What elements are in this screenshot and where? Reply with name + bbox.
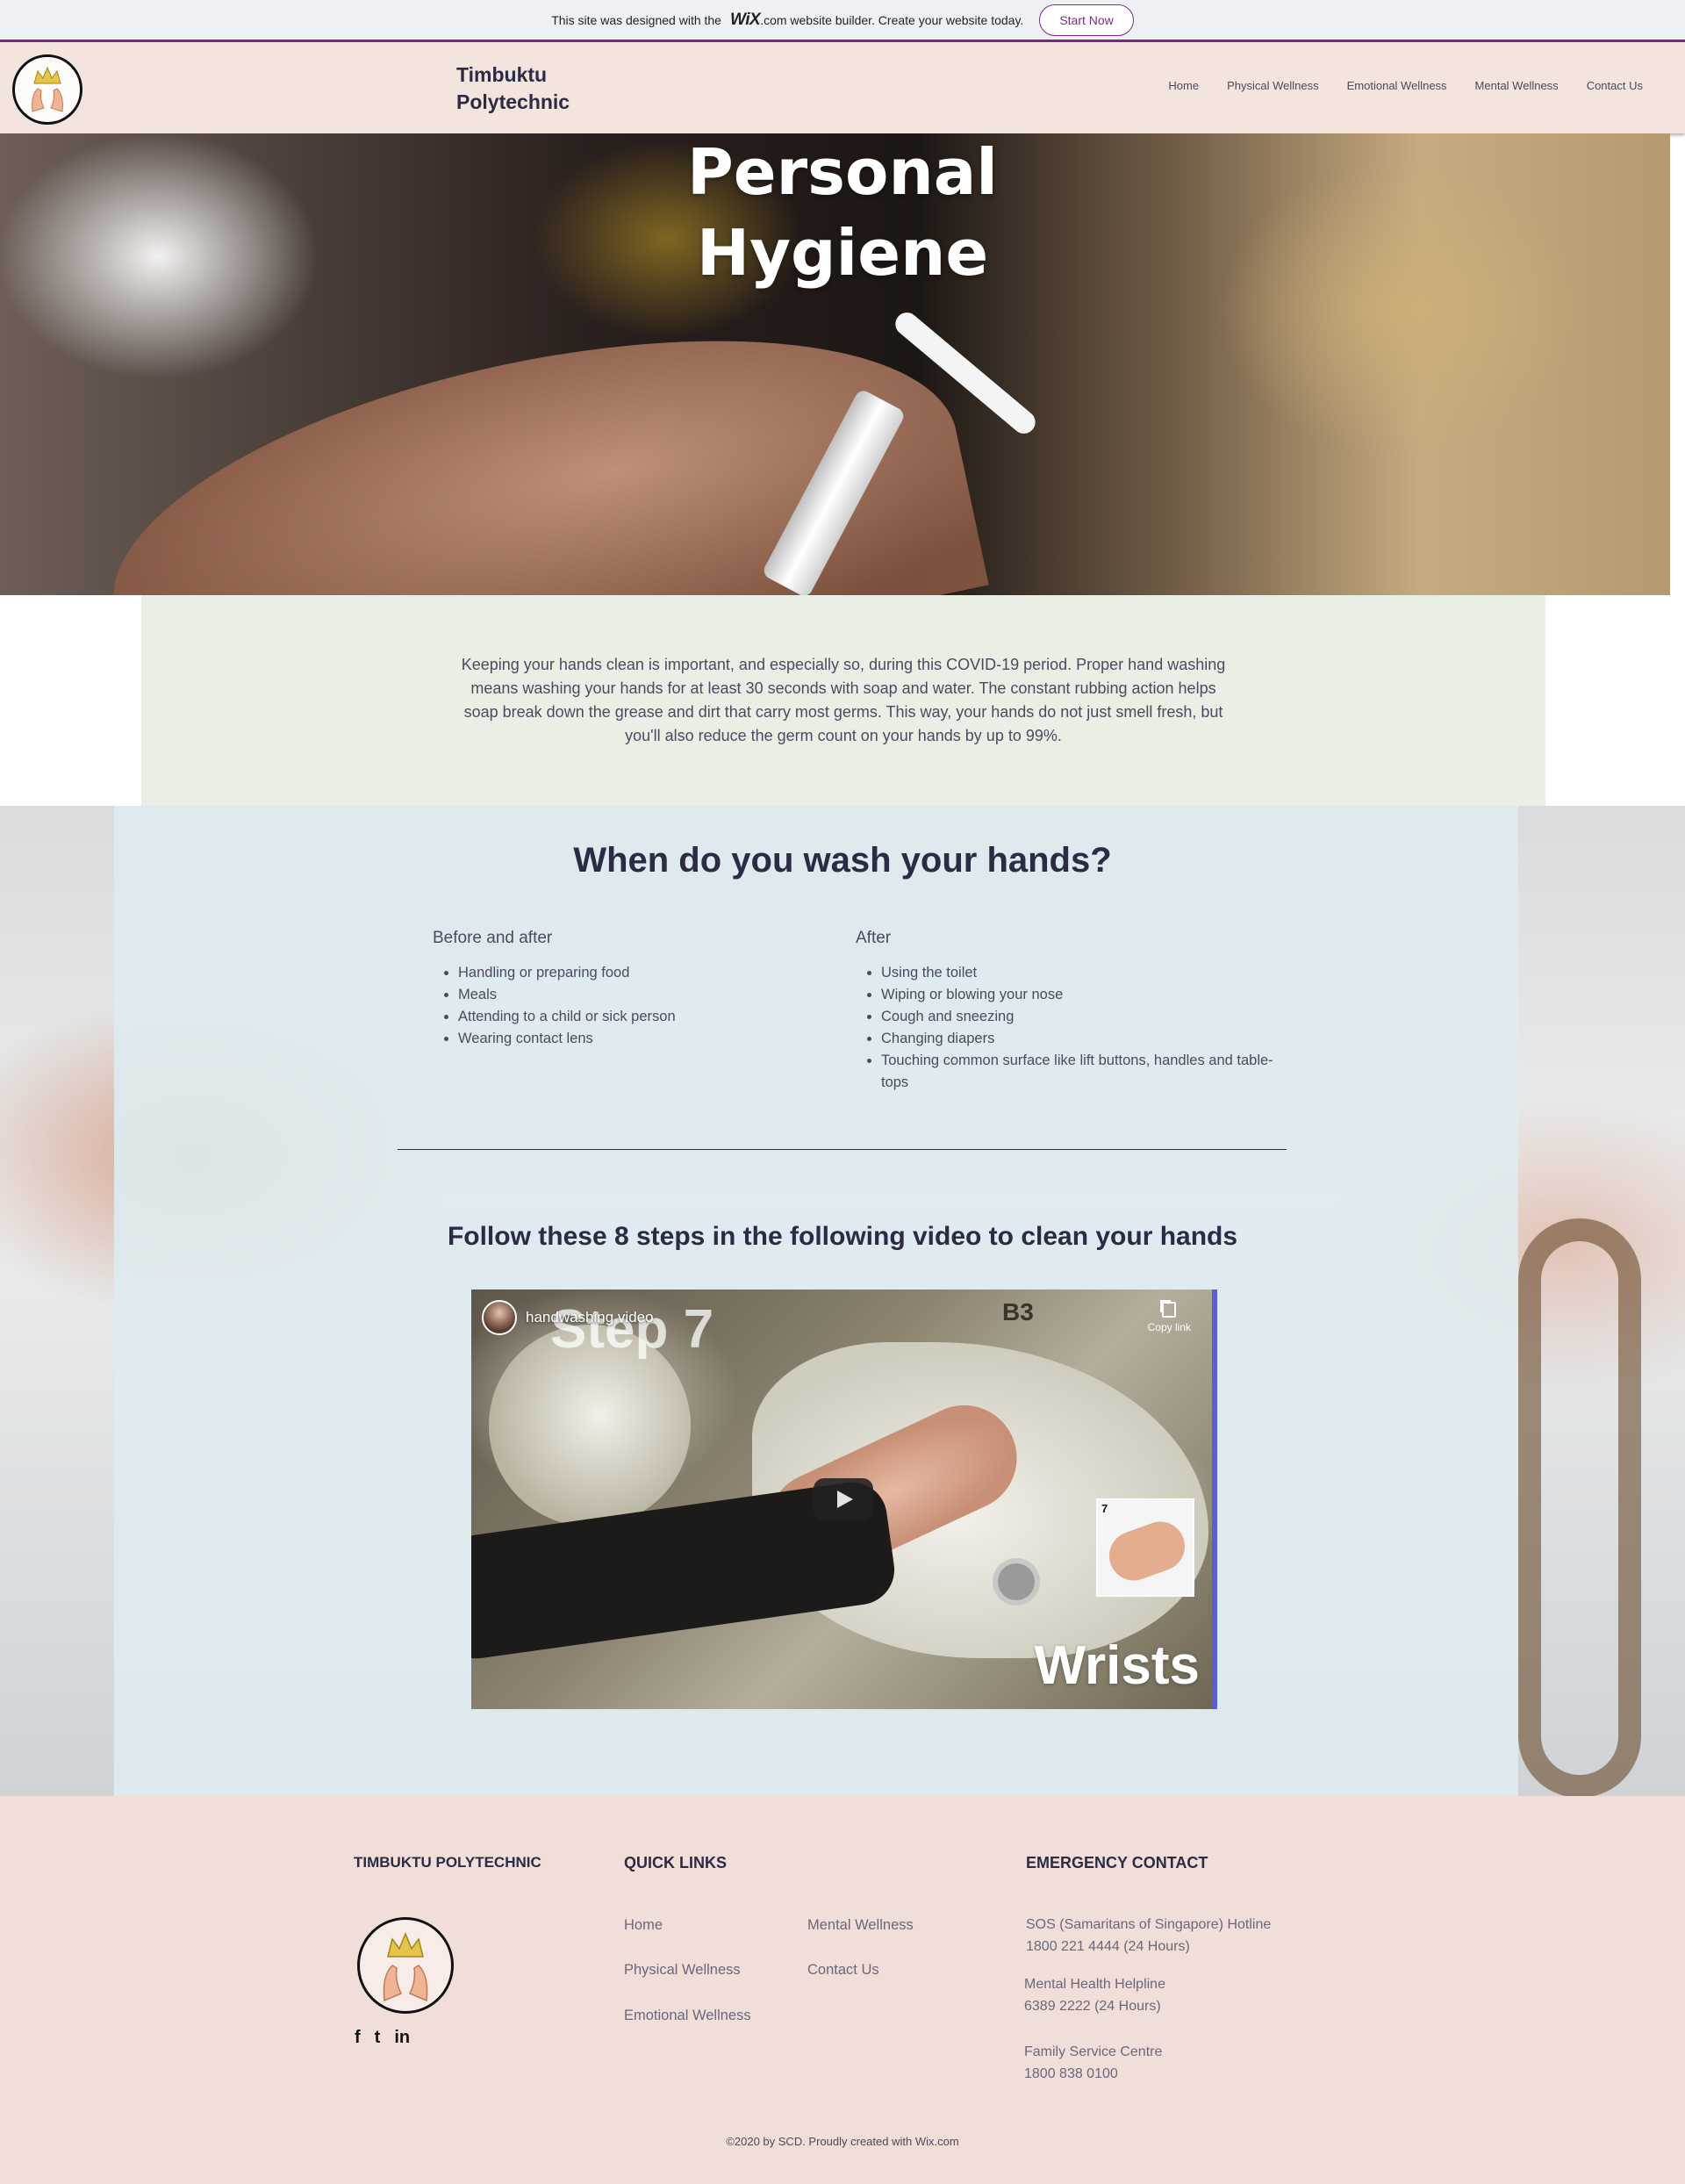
thumbnail-number: 7 <box>1101 1502 1108 1515</box>
after-column: After Using the toilet Wiping or blowing… <box>856 929 1277 1094</box>
list-item: Changing diapers <box>881 1028 1277 1050</box>
quick-links-heading: QUICK LINKS <box>624 1854 727 1871</box>
section-divider <box>398 1149 1287 1150</box>
brand-line-1: Timbuktu <box>456 63 548 86</box>
footer-link-physical-wellness[interactable]: Physical Wellness <box>624 1962 741 1979</box>
footer-crown-hands-logo-icon <box>357 1917 454 2014</box>
list-item: Wearing contact lens <box>458 1028 801 1050</box>
nav-mental-wellness[interactable]: Mental Wellness <box>1475 79 1559 92</box>
copy-link-button[interactable]: Copy link <box>1148 1302 1191 1333</box>
copy-link-icon <box>1162 1302 1177 1318</box>
wix-banner: This site was designed with the WiX .com… <box>0 0 1685 42</box>
before-after-column: Before and after Handling or preparing f… <box>433 929 801 1050</box>
intro-section: Keeping your hands clean is important, a… <box>141 595 1545 806</box>
brand-line-2: Polytechnic <box>456 90 570 113</box>
footer-link-home[interactable]: Home <box>624 1917 663 1934</box>
contact-name: Family Service Centre <box>1024 2044 1163 2059</box>
intro-text: Keeping your hands clean is important, a… <box>461 656 1226 744</box>
wix-logo[interactable]: WiX <box>730 11 761 30</box>
thumbnail-wrist-image <box>1102 1514 1192 1588</box>
footer-brand: TIMBUKTU POLYTECHNIC <box>354 1854 541 1871</box>
emergency-contact-heading: EMERGENCY CONTACT <box>1026 1854 1208 1871</box>
wash-title: When do you wash your hands? <box>573 841 1112 880</box>
after-list: Using the toilet Wiping or blowing your … <box>856 962 1277 1094</box>
nav-emotional-wellness[interactable]: Emotional Wellness <box>1347 79 1447 92</box>
nav-physical-wellness[interactable]: Physical Wellness <box>1227 79 1319 92</box>
video-drain-image <box>993 1558 1040 1606</box>
list-item: Wiping or blowing your nose <box>881 984 1277 1006</box>
contact-name: SOS (Samaritans of Singapore) Hotline <box>1026 1917 1272 1932</box>
facebook-icon[interactable]: f <box>355 2028 361 2048</box>
nav-contact-us[interactable]: Contact Us <box>1587 79 1643 92</box>
brand-name[interactable]: Timbuktu Polytechnic <box>456 61 632 116</box>
wix-banner-text-after: .com website builder. Create your websit… <box>760 12 1024 27</box>
list-item: Handling or preparing food <box>458 962 801 984</box>
video-step-overlay: Step 7 <box>550 1299 714 1360</box>
nav-home[interactable]: Home <box>1168 79 1199 92</box>
contact-sos: SOS (Samaritans of Singapore) Hotline 18… <box>1026 1914 1271 1958</box>
hero-title: Personal Hygiene <box>0 132 1685 293</box>
contact-name: Mental Health Helpline <box>1024 1977 1165 1992</box>
contact-number: 1800 838 0100 <box>1024 2066 1118 2081</box>
main-nav: Home Physical Wellness Emotional Wellnes… <box>1168 79 1643 92</box>
social-links: f t in <box>355 2028 410 2048</box>
play-icon[interactable] <box>814 1478 873 1520</box>
site-header: Timbuktu Polytechnic Home Physical Welln… <box>0 42 1685 133</box>
video-b3-overlay: B3 <box>1002 1298 1034 1325</box>
hero-title-line-1: Personal <box>687 135 998 209</box>
list-item: Meals <box>458 984 801 1006</box>
start-now-button[interactable]: Start Now <box>1039 4 1134 36</box>
handwashing-video-player[interactable]: Step 7 B3 7 Wrists handwashing video Cop… <box>471 1290 1217 1709</box>
before-after-list: Handling or preparing food Meals Attendi… <box>433 962 801 1050</box>
video-heading: Follow these 8 steps in the following vi… <box>447 1222 1238 1251</box>
hero-title-line-2: Hygiene <box>696 216 989 290</box>
contact-number: 6389 2222 (24 Hours) <box>1024 1999 1161 2014</box>
list-item: Attending to a child or sick person <box>458 1006 801 1028</box>
site-footer: TIMBUKTU POLYTECHNIC f t in QUICK LINKS … <box>0 1796 1685 2184</box>
video-title[interactable]: handwashing video <box>526 1309 654 1326</box>
list-item: Using the toilet <box>881 962 1277 984</box>
video-wrists-label: Wrists <box>1034 1635 1200 1696</box>
contact-mental-health: Mental Health Helpline 6389 2222 (24 Hou… <box>1024 1973 1165 2017</box>
channel-avatar[interactable] <box>482 1300 517 1335</box>
before-after-heading: Before and after <box>433 929 553 947</box>
video-step-thumbnail: 7 <box>1096 1498 1194 1597</box>
copyright-text: ©2020 by SCD. Proudly created with Wix.c… <box>726 2135 959 2148</box>
contact-family-service: Family Service Centre 1800 838 0100 <box>1024 2041 1162 2085</box>
crown-hands-logo-icon[interactable] <box>12 54 82 125</box>
copy-link-label: Copy link <box>1147 1321 1191 1333</box>
after-heading: After <box>856 929 892 947</box>
list-item: Cough and sneezing <box>881 1006 1277 1028</box>
footer-link-mental-wellness[interactable]: Mental Wellness <box>807 1917 914 1934</box>
list-item: Touching common surface like lift button… <box>881 1050 1277 1094</box>
footer-link-contact-us[interactable]: Contact Us <box>807 1962 879 1979</box>
faucet-image <box>1518 1218 1641 1796</box>
footer-link-emotional-wellness[interactable]: Emotional Wellness <box>624 2008 751 2024</box>
linkedin-icon[interactable]: in <box>394 2028 410 2048</box>
contact-number: 1800 221 4444 (24 Hours) <box>1026 1939 1190 1954</box>
wix-banner-text-before: This site was designed with the <box>551 12 721 27</box>
twitter-icon[interactable]: t <box>375 2028 381 2048</box>
